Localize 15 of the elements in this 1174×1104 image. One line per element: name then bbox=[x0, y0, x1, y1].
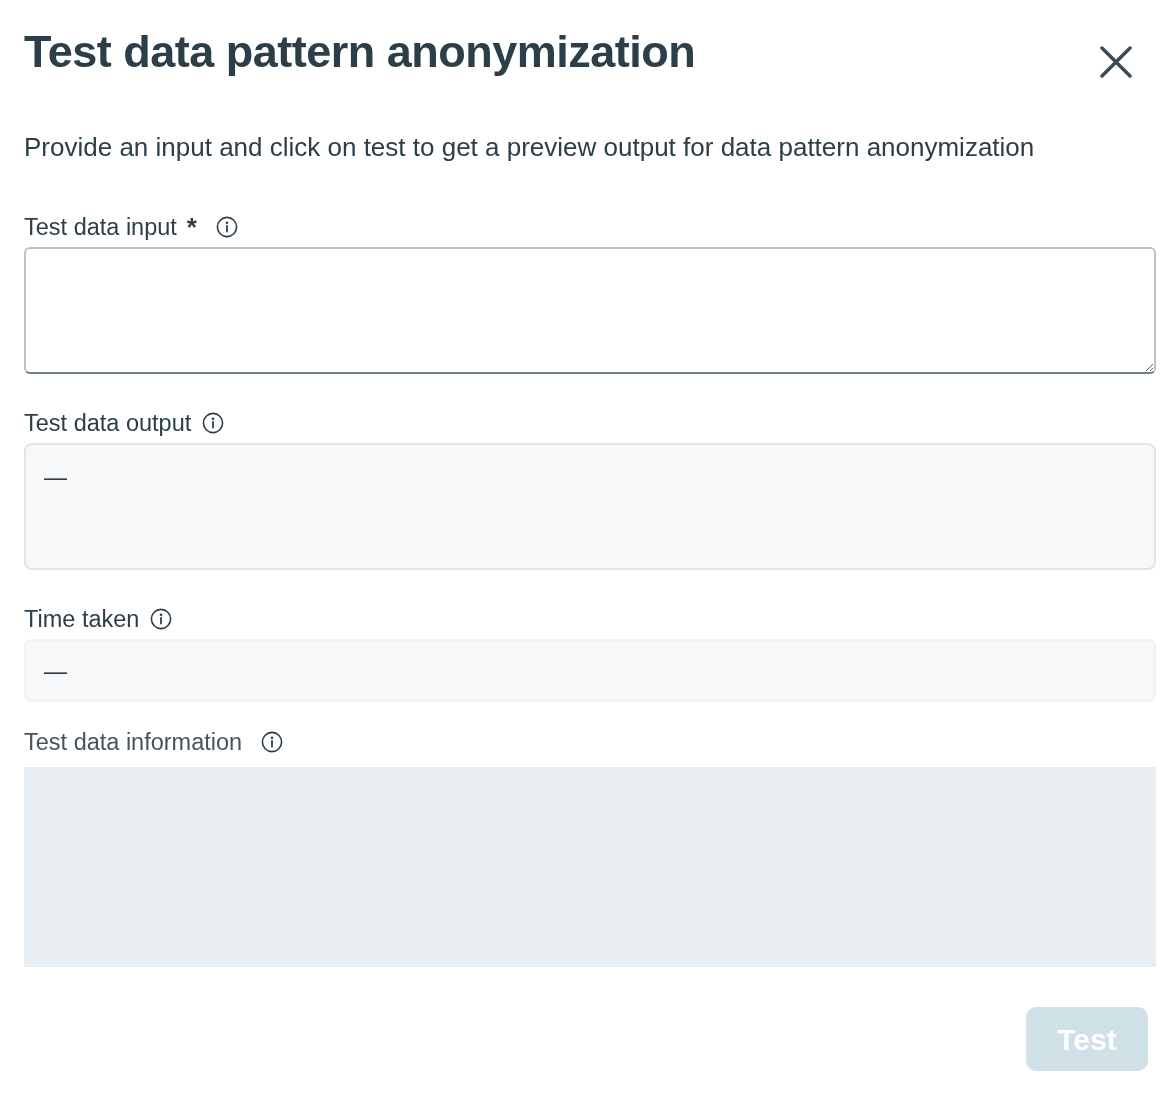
field-label: Test data information bbox=[24, 728, 243, 756]
close-icon bbox=[1100, 46, 1132, 78]
info-icon[interactable] bbox=[202, 412, 225, 434]
dialog-description: Provide an input and click on test to get a preview output for data pattern anonymization bbox=[24, 131, 1036, 163]
field-label: Test data output bbox=[24, 409, 192, 437]
dialog-title: Test data pattern anonymization bbox=[24, 25, 696, 79]
required-asterisk: * bbox=[186, 213, 197, 241]
time-taken-field: — bbox=[24, 639, 1156, 702]
output-field: — bbox=[24, 443, 1156, 570]
field-label: Time taken bbox=[24, 605, 140, 633]
info-icon[interactable] bbox=[261, 731, 284, 753]
info-icon[interactable] bbox=[216, 216, 238, 238]
info-icon[interactable] bbox=[150, 608, 173, 630]
test-data-input-field[interactable] bbox=[24, 247, 1156, 374]
field-label: Test data input bbox=[24, 213, 177, 241]
